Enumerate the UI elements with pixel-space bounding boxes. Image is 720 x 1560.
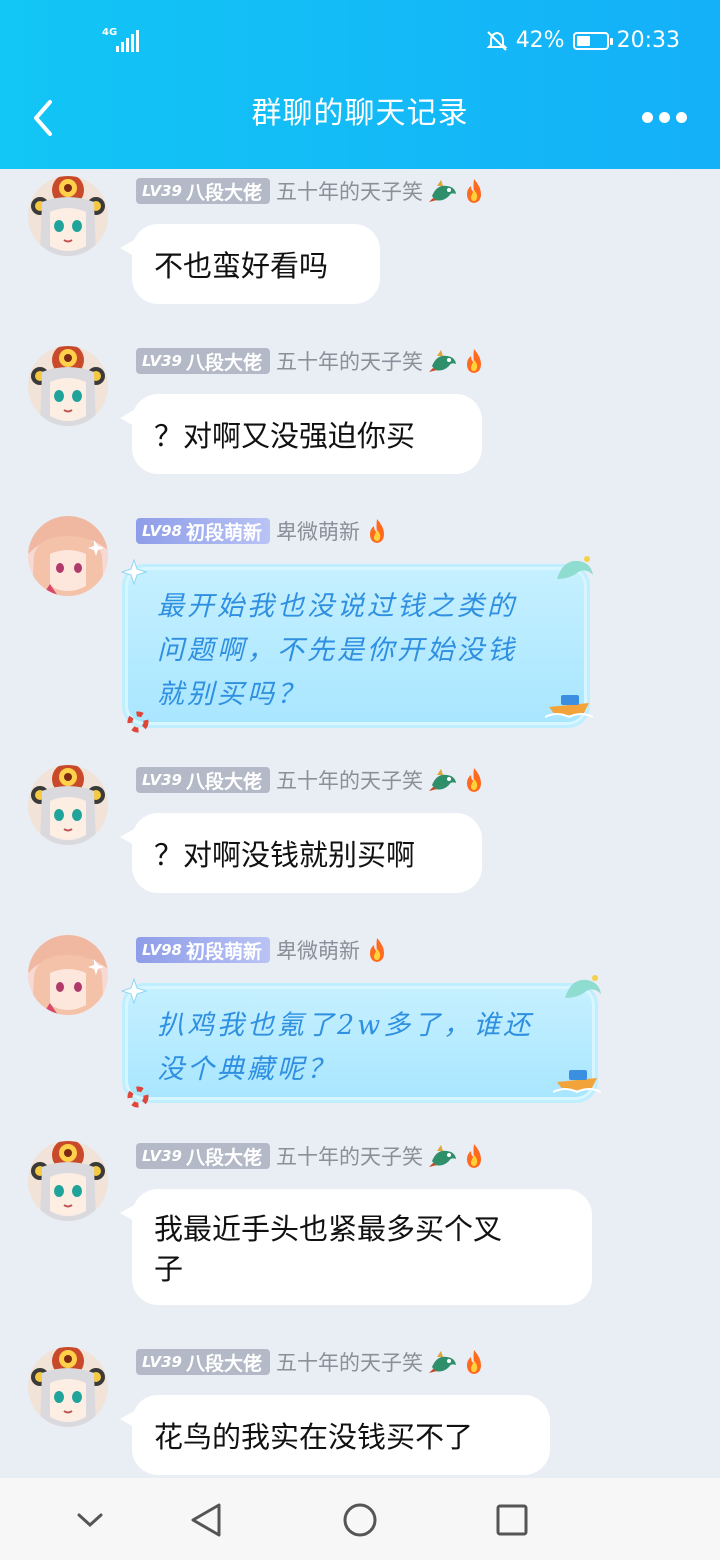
message-line: 问题啊，不先是你开始没钱 — [157, 635, 517, 666]
mute-bell-icon — [486, 30, 508, 51]
avatar[interactable] — [28, 935, 108, 1015]
message-bubble[interactable]: 扒鸡我也氪了2w多了，谁还 没个典藏呢？ — [121, 975, 601, 1108]
avatar[interactable] — [28, 765, 108, 845]
signal-icon: 4G — [102, 28, 142, 54]
sparkle-icon — [121, 559, 147, 585]
message-line: 子 — [154, 1252, 184, 1286]
fire-icon — [463, 767, 485, 793]
level-badge: LV39 八段大佬 — [136, 767, 270, 793]
sender-name: 五十年的天子笑 — [276, 769, 423, 793]
avatar[interactable] — [28, 516, 108, 596]
avatar[interactable] — [28, 1141, 108, 1221]
system-nav-bar — [0, 1478, 720, 1560]
fire-icon — [463, 348, 485, 374]
level-badge: LV98 初段萌新 — [136, 518, 270, 544]
dragon-icon — [429, 767, 459, 793]
message-line: 最开始我也没说过钱之类的 — [157, 591, 517, 622]
dragon-icon — [429, 1349, 459, 1375]
battery-percent: 42% — [515, 28, 565, 53]
dragon-icon — [429, 1143, 459, 1169]
fire-icon — [463, 1349, 485, 1375]
nav-recents-icon[interactable] — [490, 1498, 534, 1542]
more-options-icon[interactable] — [642, 108, 688, 126]
fire-icon — [463, 1143, 485, 1169]
title-bar: 4G 42% 20:33 群聊的聊天记录 — [0, 0, 720, 169]
dragon-icon — [429, 178, 459, 204]
sender-name: 五十年的天子笑 — [276, 350, 423, 374]
lifebuoy-icon — [127, 711, 149, 733]
message-line: 我最近手头也紧最多买个叉 — [154, 1212, 503, 1246]
level-badge: LV39 八段大佬 — [136, 1143, 270, 1169]
boat-icon — [553, 1070, 601, 1094]
sender-name: 五十年的天子笑 — [276, 1145, 423, 1169]
level-badge: LV39 八段大佬 — [136, 348, 270, 374]
message-bubble[interactable]: ？对啊又没强迫你买 — [120, 394, 482, 474]
wave-icon — [565, 975, 601, 998]
message-bubble[interactable]: ？对啊没钱就别买啊 — [120, 813, 482, 893]
level-badge: LV98 初段萌新 — [136, 937, 270, 963]
status-bar: 4G 42% 20:33 — [0, 28, 720, 58]
avatar[interactable] — [28, 1347, 108, 1427]
sender-name: 卑微萌新 — [276, 939, 360, 963]
sparkle-icon — [121, 978, 147, 1004]
message-bubble[interactable]: 最开始我也没说过钱之类的 问题啊，不先是你开始没钱 就别买吗？ — [121, 556, 593, 733]
level-badge: LV39 八段大佬 — [136, 178, 270, 204]
network-type: 4G — [102, 27, 118, 38]
message-line: 没个典藏呢？ — [157, 1054, 337, 1085]
message-bubble[interactable]: 花鸟的我实在没钱买不了 — [120, 1395, 550, 1475]
level-badge: LV39 八段大佬 — [136, 1349, 270, 1375]
nav-back-icon[interactable] — [184, 1498, 228, 1542]
message-line: 扒鸡我也氪了2w多了，谁还 — [157, 1010, 534, 1041]
message-bubble[interactable]: 不也蛮好看吗 — [120, 224, 380, 304]
message-line: 就别买吗？ — [157, 679, 307, 710]
avatar[interactable] — [28, 346, 108, 426]
page-title: 群聊的聊天记录 — [251, 96, 469, 131]
battery-icon — [572, 31, 613, 50]
message-bubble[interactable]: 我最近手头也紧最多买个叉 子 — [120, 1189, 592, 1305]
boat-icon — [545, 695, 593, 719]
fire-icon — [366, 937, 388, 963]
sender-name: 五十年的天子笑 — [276, 180, 423, 204]
clock: 20:33 — [616, 28, 680, 53]
sender-name: 卑微萌新 — [276, 520, 360, 544]
fire-icon — [463, 178, 485, 204]
lifebuoy-icon — [127, 1086, 149, 1108]
wave-icon — [557, 556, 593, 579]
avatar[interactable] — [28, 176, 108, 256]
collapse-chevron-icon[interactable] — [68, 1498, 112, 1542]
fire-icon — [366, 518, 388, 544]
sender-name: 五十年的天子笑 — [276, 1351, 423, 1375]
dragon-icon — [429, 348, 459, 374]
nav-home-icon[interactable] — [338, 1498, 382, 1542]
